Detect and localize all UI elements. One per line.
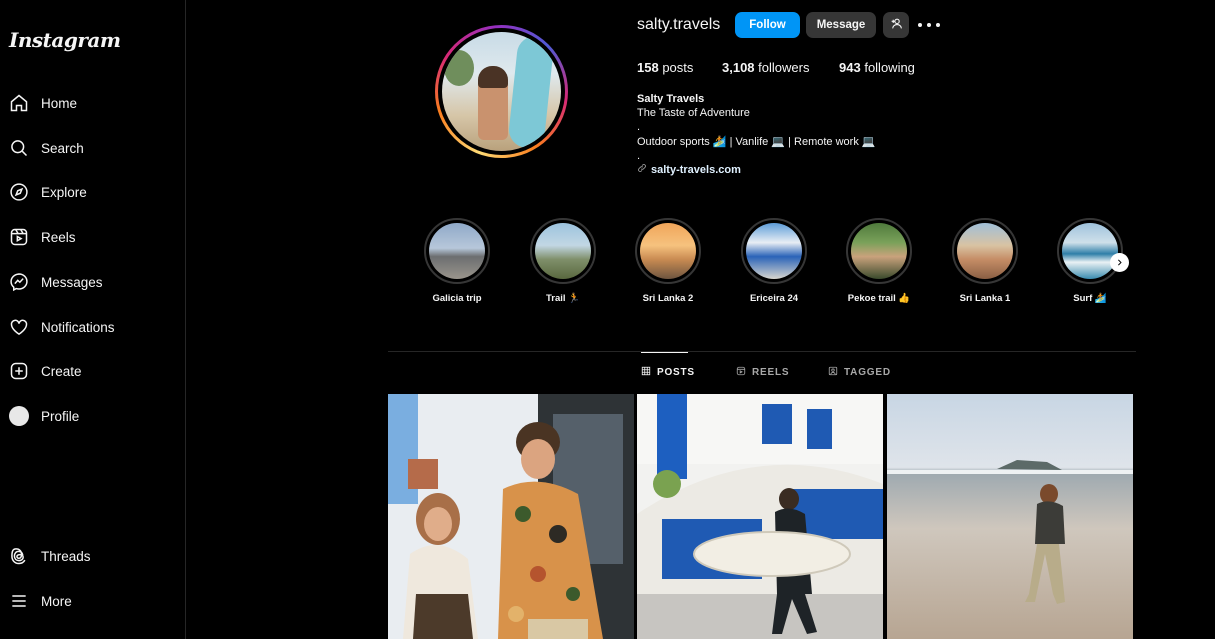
heart-icon: [8, 316, 30, 338]
threads-icon: [8, 545, 30, 567]
sidebar-item-reels[interactable]: Reels: [0, 217, 186, 257]
post-thumbnail[interactable]: [887, 394, 1133, 639]
profile-photo: [442, 32, 561, 151]
grid-icon: [641, 366, 651, 379]
sidebar-item-more[interactable]: More: [0, 581, 186, 621]
sidebar-item-label: More: [41, 593, 72, 609]
reels-icon: [8, 226, 30, 248]
sidebar-item-label: Home: [41, 95, 78, 111]
sidebar-item-label: Search: [41, 140, 84, 156]
search-icon: [8, 137, 30, 159]
following-count[interactable]: 943 following: [839, 60, 915, 75]
post-image: [887, 394, 1133, 639]
highlight-label: Sri Lanka 2: [642, 293, 694, 304]
link-icon: [637, 163, 647, 177]
bio-link[interactable]: salty-travels.com: [637, 163, 741, 177]
post-image: [388, 394, 634, 639]
bio-line: .: [637, 150, 641, 162]
tab-posts[interactable]: POSTS: [641, 352, 694, 392]
more-options-button[interactable]: [918, 17, 940, 33]
sidebar-item-messages[interactable]: Messages: [0, 262, 186, 302]
follow-button[interactable]: Follow: [735, 12, 800, 38]
avatar: [8, 405, 30, 427]
highlight-label: Ericeira 24: [749, 293, 799, 304]
sidebar-item-search[interactable]: Search: [0, 128, 186, 168]
sidebar-item-label: Reels: [41, 229, 76, 245]
highlights-next-button[interactable]: [1110, 253, 1129, 272]
messenger-icon: [8, 271, 30, 293]
bio-name: Salty Travels: [637, 93, 705, 105]
sidebar-item-label: Profile: [41, 408, 80, 424]
post-thumbnail[interactable]: [388, 394, 634, 639]
hamburger-icon: [8, 590, 30, 612]
highlight-label: Surf 🏄: [1073, 293, 1107, 304]
sidebar-item-notifications[interactable]: Notifications: [0, 307, 186, 347]
sidebar-item-label: Notifications: [41, 319, 115, 335]
sidebar-item-profile[interactable]: Profile: [0, 396, 186, 436]
sidebar-item-label: Messages: [41, 274, 103, 290]
sidebar-item-home[interactable]: Home: [0, 83, 186, 123]
sidebar-item-label: Create: [41, 363, 82, 379]
bio-line: Outdoor sports 🏄 | Vanlife 💻 | Remote wo…: [637, 136, 876, 148]
bio-line: .: [637, 121, 641, 133]
highlight-label: Trail 🏃: [545, 293, 580, 304]
suggest-users-button[interactable]: [883, 12, 909, 38]
tag-icon: [828, 366, 838, 379]
highlight-trail[interactable]: Trail 🏃: [518, 218, 608, 304]
sidebar-item-explore[interactable]: Explore: [0, 172, 186, 212]
add-user-icon: [890, 17, 903, 33]
highlight-sri-lanka-2[interactable]: Sri Lanka 2: [623, 218, 713, 304]
post-thumbnail[interactable]: [637, 394, 883, 639]
highlight-galicia-trip[interactable]: Galicia trip: [412, 218, 502, 304]
post-image: [637, 394, 883, 639]
compass-icon: [8, 181, 30, 203]
sidebar-item-threads[interactable]: Threads: [0, 536, 186, 576]
chevron-right-icon: [1115, 254, 1124, 272]
tab-tagged[interactable]: TAGGED: [828, 352, 891, 392]
highlight-label: Sri Lanka 1: [959, 293, 1011, 304]
sidebar-item-label: Threads: [41, 548, 91, 564]
bio-line: The Taste of Adventure: [637, 107, 750, 119]
highlight-label: Galicia trip: [432, 293, 482, 304]
sidebar-item-create[interactable]: Create: [0, 351, 186, 391]
highlight-sri-lanka-1[interactable]: Sri Lanka 1: [940, 218, 1030, 304]
followers-count[interactable]: 3,108 followers: [722, 60, 809, 75]
plus-square-icon: [8, 360, 30, 382]
highlight-pekoe-trail[interactable]: Pekoe trail 👍: [834, 218, 924, 304]
home-icon: [8, 92, 30, 114]
profile-avatar[interactable]: [435, 25, 568, 158]
message-button[interactable]: Message: [806, 12, 876, 38]
highlight-label: Pekoe trail 👍: [847, 293, 911, 304]
instagram-logo[interactable]: Instagram: [9, 28, 121, 52]
sidebar-item-label: Explore: [41, 184, 87, 200]
profile-username: salty.travels: [637, 16, 721, 33]
reels-icon: [736, 366, 746, 379]
tab-reels[interactable]: REELS: [736, 352, 789, 392]
highlight-ericeira-24[interactable]: Ericeira 24: [729, 218, 819, 304]
posts-count: 158 posts: [637, 60, 694, 75]
sidebar: Instagram Home Search Explore Reels Mess…: [0, 0, 186, 639]
